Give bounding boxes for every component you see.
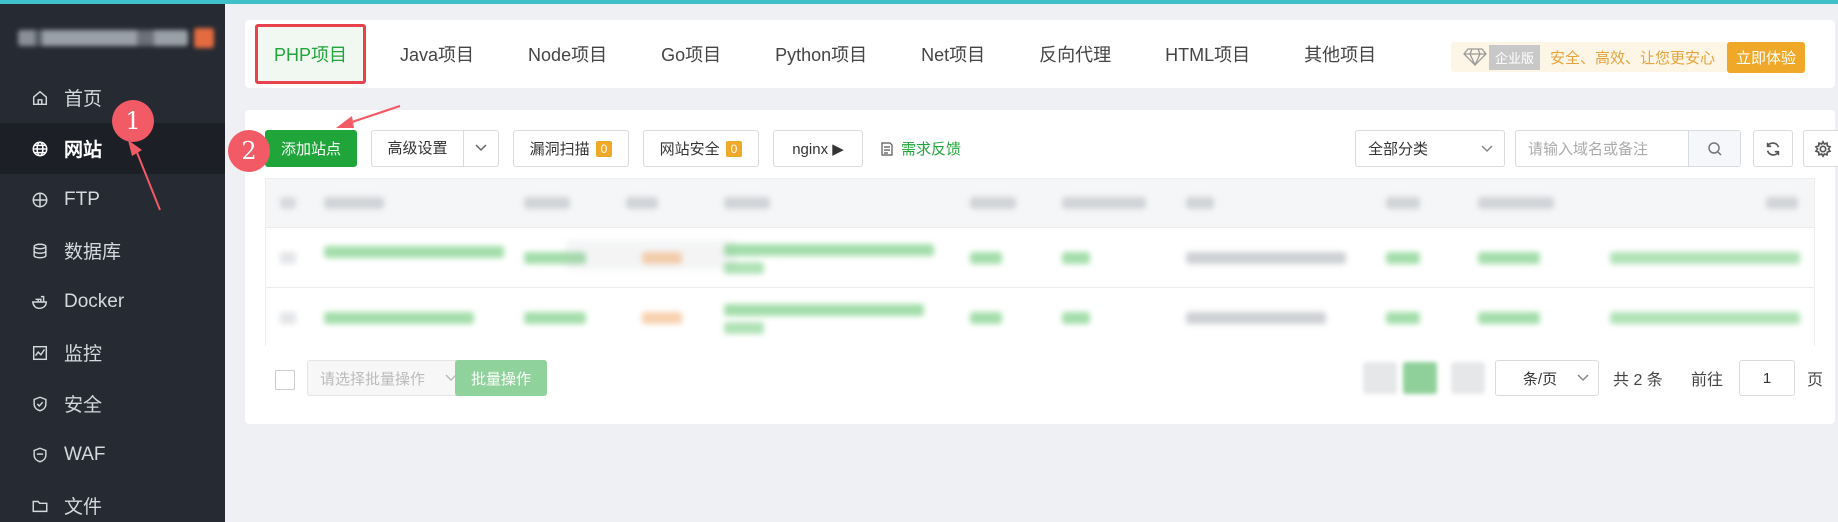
- step-marker-1: 1: [112, 100, 154, 142]
- step-marker-2: 2: [228, 130, 270, 172]
- annotation-arrows: [128, 104, 401, 211]
